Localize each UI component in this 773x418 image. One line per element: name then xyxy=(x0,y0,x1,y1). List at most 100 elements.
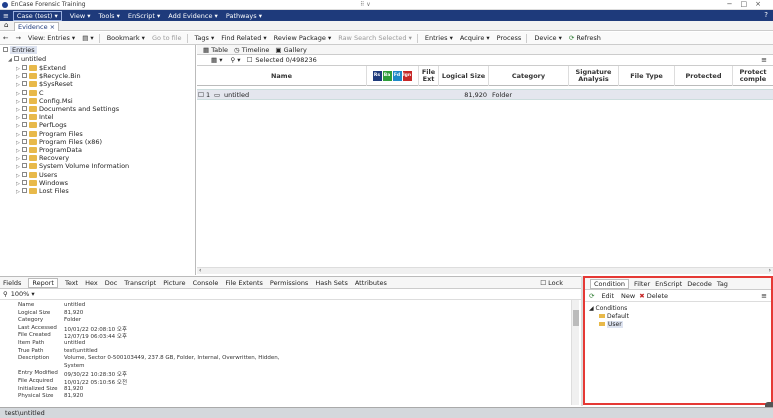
scroll-left-icon[interactable]: ‹ xyxy=(199,267,201,274)
tree-item[interactable]: ▷ Intel xyxy=(16,113,53,121)
checkbox[interactable] xyxy=(22,155,27,161)
tab-filter[interactable]: Filter xyxy=(634,280,650,288)
checkbox[interactable] xyxy=(22,171,27,177)
zoom-dropdown[interactable]: 100% ▾ xyxy=(11,290,35,298)
tags-button[interactable]: Tags ▾ xyxy=(195,34,215,42)
tab-attributes[interactable]: Attributes xyxy=(355,279,387,287)
condition-menu-icon[interactable]: ≡ xyxy=(761,292,767,300)
condition-item-default[interactable]: Default xyxy=(599,313,629,320)
col-protect-complete[interactable]: Protect comple xyxy=(733,66,773,86)
tree-case[interactable]: ◢ untitled xyxy=(8,55,46,63)
tab-transcript[interactable]: Transcript xyxy=(124,279,156,287)
checkbox[interactable] xyxy=(22,106,27,111)
checkbox[interactable] xyxy=(14,56,19,61)
vertical-scrollbar[interactable] xyxy=(571,300,579,405)
tree-item[interactable]: ▷ Windows xyxy=(16,179,68,187)
scroll-thumb[interactable] xyxy=(573,310,579,326)
condition-root[interactable]: ◢ Conditions xyxy=(589,305,627,312)
tab-condition[interactable]: Condition xyxy=(590,278,630,289)
tree-root[interactable]: Entries xyxy=(3,46,37,54)
tree-item[interactable]: ▷ Program Files xyxy=(16,130,83,138)
hamburger-icon[interactable]: ≡ xyxy=(3,12,9,20)
tab-doc[interactable]: Doc xyxy=(105,279,118,287)
review-package-button[interactable]: Review Package ▾ xyxy=(274,34,332,42)
forward-button[interactable]: → xyxy=(15,34,20,42)
table-row[interactable]: ☐ 1 ▭ untitled 81,920 Folder xyxy=(197,89,773,100)
refresh-icon[interactable]: ⟳ xyxy=(569,34,574,42)
col-badges[interactable]: Rs Ba Fd Ign xyxy=(367,66,419,86)
find-related-button[interactable]: Find Related ▾ xyxy=(221,34,266,42)
tab-hex[interactable]: Hex xyxy=(85,279,98,287)
col-signature-analysis[interactable]: Signature Analysis xyxy=(569,66,619,86)
menu-tools[interactable]: Tools ▾ xyxy=(99,12,120,20)
edit-button[interactable]: Edit xyxy=(601,292,614,300)
col-name[interactable]: Name xyxy=(197,66,367,86)
tree-item[interactable]: ▷ Users xyxy=(16,171,57,179)
tree-root-label[interactable]: Entries xyxy=(10,46,37,54)
checkbox[interactable] xyxy=(22,65,27,70)
tab-picture[interactable]: Picture xyxy=(163,279,185,287)
tree-item[interactable]: ▷ Documents and Settings xyxy=(16,105,119,113)
refresh-icon[interactable]: ⟳ xyxy=(589,292,594,300)
checkbox[interactable] xyxy=(22,122,27,128)
checkbox[interactable] xyxy=(3,47,8,52)
grid-options-button[interactable]: ▦ ▾ xyxy=(211,56,222,64)
tab-decode[interactable]: Decode xyxy=(687,280,712,288)
go-to-file-button[interactable]: Go to file xyxy=(152,34,182,42)
select-all-checkbox[interactable]: ☐ xyxy=(247,56,253,64)
col-file-ext[interactable]: File Ext xyxy=(419,66,439,86)
tree-item[interactable]: ▷ Program Files (x86) xyxy=(16,138,102,146)
scroll-right-icon[interactable]: › xyxy=(769,267,771,274)
col-protected[interactable]: Protected xyxy=(675,66,733,86)
horizontal-scrollbar[interactable]: ‹ › xyxy=(197,267,773,274)
tab-enscript[interactable]: EnScript xyxy=(655,280,682,288)
tree-case-label[interactable]: untitled xyxy=(21,55,46,63)
raw-search-button[interactable]: Raw Search Selected ▾ xyxy=(338,34,412,42)
condition-item-user[interactable]: User xyxy=(599,321,623,328)
tab-table[interactable]: ▦ Table xyxy=(203,46,228,54)
checkbox[interactable] xyxy=(22,89,27,95)
tab-permissions[interactable]: Permissions xyxy=(270,279,308,287)
delete-button[interactable]: Delete xyxy=(647,292,668,300)
tab-fields[interactable]: Fields xyxy=(3,279,21,287)
process-button[interactable]: Process xyxy=(497,34,522,42)
tree-item[interactable]: ▷ ProgramData xyxy=(16,146,82,154)
tree-item[interactable]: ▷ C xyxy=(16,89,44,97)
menu-case[interactable]: Case (test) ▾ xyxy=(12,10,62,21)
checkbox[interactable] xyxy=(22,97,27,103)
checkbox[interactable] xyxy=(22,138,27,144)
tab-timeline[interactable]: ◷ Timeline xyxy=(234,46,269,54)
tab-gallery[interactable]: ▣ Gallery xyxy=(275,46,306,54)
tree-item[interactable]: ▷ $Recycle.Bin xyxy=(16,72,81,80)
menu-add-evidence[interactable]: Add Evidence ▾ xyxy=(168,12,218,20)
tab-console[interactable]: Console xyxy=(193,279,219,287)
column-filter-button[interactable]: ⚲ ▾ xyxy=(230,56,240,64)
tree-item[interactable]: ▷ $SysReset xyxy=(16,80,73,88)
tree-item[interactable]: ▷ $Extend xyxy=(16,64,66,72)
checkbox[interactable] xyxy=(22,147,27,152)
col-category[interactable]: Category xyxy=(489,66,569,86)
tree-item[interactable]: ▷ PerfLogs xyxy=(16,121,67,129)
tab-evidence[interactable]: Evidence × xyxy=(14,22,60,31)
checkbox[interactable] xyxy=(22,179,27,185)
home-icon[interactable]: ⌂ xyxy=(4,21,8,29)
device-button[interactable]: Device ▾ xyxy=(534,34,562,42)
entries-button[interactable]: Entries ▾ xyxy=(425,34,453,42)
acquire-button[interactable]: Acquire ▾ xyxy=(460,34,490,42)
checkbox[interactable] xyxy=(22,114,27,120)
col-file-type[interactable]: File Type xyxy=(619,66,675,86)
menu-enscript[interactable]: EnScript ▾ xyxy=(128,12,160,20)
grid-menu-icon[interactable]: ≡ xyxy=(761,56,767,64)
checkbox[interactable] xyxy=(22,163,27,169)
tree-item[interactable]: ▷ System Volume Information xyxy=(16,162,129,170)
checkbox[interactable] xyxy=(22,130,27,136)
menu-view[interactable]: View ▾ xyxy=(70,12,91,20)
new-button[interactable]: New xyxy=(621,292,635,300)
split-view-button[interactable]: ▤ ▾ xyxy=(82,34,93,42)
menu-pathways[interactable]: Pathways ▾ xyxy=(226,12,262,20)
back-button[interactable]: ← xyxy=(3,34,8,42)
checkbox[interactable] xyxy=(22,81,27,87)
refresh-button[interactable]: Refresh xyxy=(576,34,601,42)
col-logical-size[interactable]: Logical Size xyxy=(439,66,489,86)
bookmark-button[interactable]: Bookmark ▾ xyxy=(107,34,145,42)
